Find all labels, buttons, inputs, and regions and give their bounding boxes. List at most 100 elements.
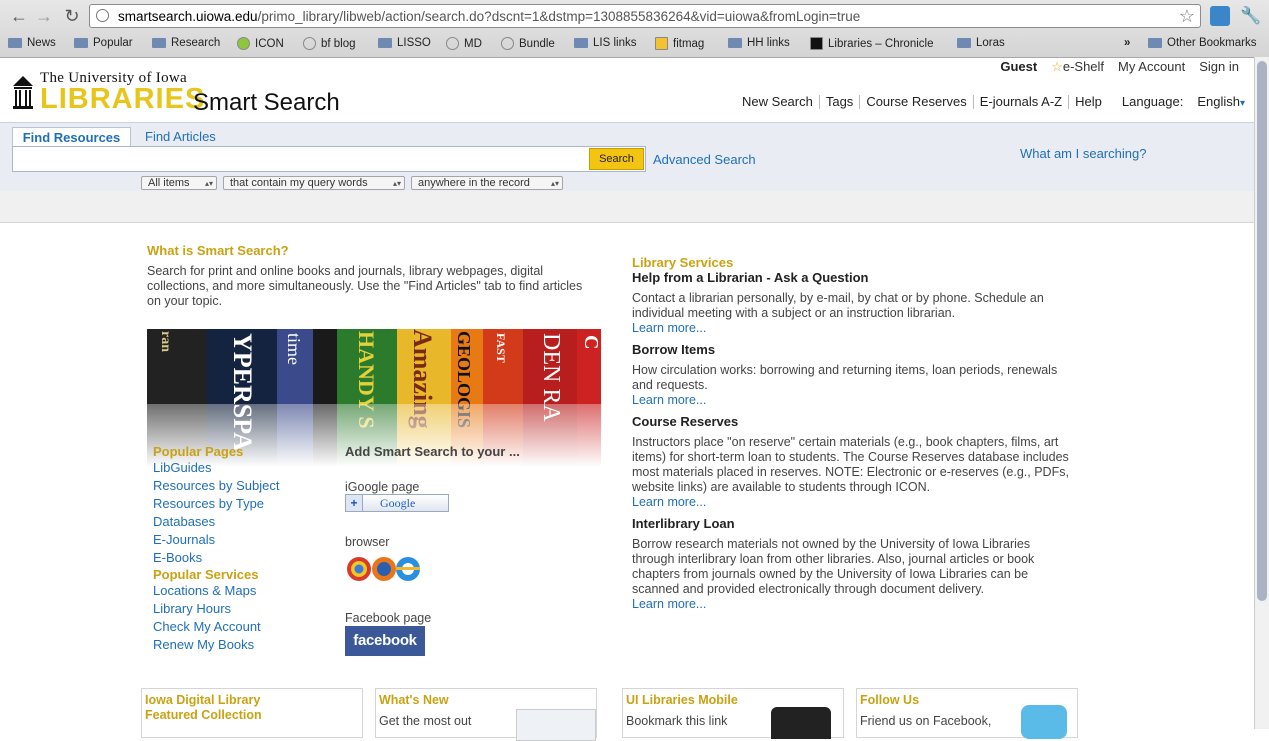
bookmark-other[interactable]: Other Bookmarks bbox=[1148, 37, 1256, 49]
folder-icon bbox=[8, 38, 22, 48]
bookmark-bf-blog[interactable]: bf blog bbox=[303, 37, 356, 50]
address-bar[interactable]: smartsearch.uiowa.edu/primo_library/libw… bbox=[89, 4, 1201, 28]
scrollbar-thumb[interactable] bbox=[1257, 61, 1267, 601]
intro-text: Search for print and online books and jo… bbox=[147, 264, 583, 308]
folder-icon bbox=[378, 38, 392, 48]
service-text: Borrow research materials not owned by t… bbox=[632, 537, 1035, 596]
link-ejournals[interactable]: E-Journals bbox=[153, 532, 215, 547]
eshelf-link[interactable]: ☆e-Shelf bbox=[1051, 59, 1104, 75]
wrench-icon[interactable]: 🔧 bbox=[1240, 5, 1262, 27]
image-fade bbox=[147, 404, 601, 474]
bookmark-icon-site[interactable]: ICON bbox=[237, 37, 284, 50]
precision-select[interactable]: that contain my query words ▴▾ bbox=[223, 176, 405, 190]
search-input[interactable] bbox=[12, 146, 646, 172]
bookmark-star-icon[interactable]: ☆ bbox=[1179, 6, 1195, 27]
facebook-button[interactable]: facebook bbox=[345, 626, 425, 656]
link-resources-by-type[interactable]: Resources by Type bbox=[153, 496, 264, 511]
link-libguides[interactable]: LibGuides bbox=[153, 460, 212, 475]
intro-title: What is Smart Search? bbox=[147, 243, 289, 258]
forward-arrow-icon[interactable]: → bbox=[33, 5, 55, 27]
bookmarks-overflow[interactable]: » bbox=[1124, 37, 1130, 49]
link-databases[interactable]: Databases bbox=[153, 514, 215, 529]
box-text: Get the most out bbox=[379, 714, 472, 728]
bookmark-link[interactable]: Bookmark this link bbox=[626, 714, 727, 728]
learn-more-link[interactable]: Learn more... bbox=[632, 597, 706, 611]
link-locations-maps[interactable]: Locations & Maps bbox=[153, 583, 256, 598]
tab-find-articles[interactable]: Find Articles bbox=[145, 129, 216, 144]
popular-pages-title: Popular Pages bbox=[153, 444, 244, 459]
scrollbar[interactable] bbox=[1254, 57, 1269, 729]
bookmark-lisso[interactable]: LISSO bbox=[378, 37, 431, 49]
add-to-igoogle-button[interactable]: + Google bbox=[345, 494, 449, 512]
results-toolbar-band bbox=[0, 191, 1255, 223]
globe-icon bbox=[303, 37, 316, 50]
learn-more-link[interactable]: Learn more... bbox=[632, 393, 706, 407]
tab-find-resources[interactable]: Find Resources bbox=[12, 127, 131, 148]
main-nav: New Search Tags Course Reserves E-journa… bbox=[742, 94, 1245, 109]
bookmark-bundle[interactable]: Bundle bbox=[501, 37, 555, 50]
learn-more-link[interactable]: Learn more... bbox=[632, 321, 706, 335]
link-renew-my-books[interactable]: Renew My Books bbox=[153, 637, 254, 652]
service-heading: Interlibrary Loan bbox=[632, 516, 735, 531]
bookmark-fitmag[interactable]: fitmag bbox=[655, 37, 704, 50]
service-heading: Help from a Librarian - Ask a Question bbox=[632, 270, 869, 285]
nav-tags[interactable]: Tags bbox=[826, 94, 853, 109]
link-library-hours[interactable]: Library Hours bbox=[153, 601, 231, 616]
nav-ejournals[interactable]: E-journals A-Z bbox=[980, 94, 1062, 109]
box-text: Friend us on Facebook, bbox=[860, 714, 992, 728]
plus-icon: + bbox=[346, 495, 363, 511]
bookmark-research[interactable]: Research bbox=[152, 37, 220, 49]
bookmark-hh-links[interactable]: HH links bbox=[728, 37, 790, 49]
box-heading: UI Libraries Mobile bbox=[626, 693, 738, 707]
product-title: Smart Search bbox=[193, 89, 340, 116]
url-text: smartsearch.uiowa.edu/primo_library/libw… bbox=[118, 9, 861, 24]
libraries-logo-text[interactable]: LIBRARIES bbox=[40, 83, 205, 115]
nav-course-reserves[interactable]: Course Reserves bbox=[866, 94, 966, 109]
library-services: Library Services Help from a Librarian -… bbox=[632, 255, 1072, 612]
reload-icon[interactable]: ↻ bbox=[61, 5, 83, 27]
folder-icon bbox=[74, 38, 88, 48]
phone-icon bbox=[771, 707, 831, 739]
globe-icon bbox=[446, 37, 459, 50]
box-heading: What's New bbox=[379, 693, 449, 707]
bookmark-news[interactable]: News bbox=[8, 37, 56, 49]
back-arrow-icon[interactable]: ← bbox=[8, 5, 30, 27]
bookmark-lis-links[interactable]: LIS links bbox=[574, 37, 636, 49]
add-smart-search-title: Add Smart Search to your ... bbox=[345, 444, 520, 459]
scope-select[interactable]: All items ▴▾ bbox=[141, 176, 217, 190]
advanced-search-link[interactable]: Advanced Search bbox=[653, 152, 756, 167]
my-account-link[interactable]: My Account bbox=[1118, 59, 1185, 75]
sign-in-link[interactable]: Sign in bbox=[1199, 59, 1239, 75]
nav-new-search[interactable]: New Search bbox=[742, 94, 813, 109]
bookmark-md[interactable]: MD bbox=[446, 37, 482, 50]
twitter-icon[interactable] bbox=[1021, 705, 1067, 739]
library-services-title: Library Services bbox=[632, 255, 734, 270]
what-am-i-searching-link[interactable]: What am I searching? bbox=[1020, 146, 1146, 161]
updown-arrow-icon: ▴▾ bbox=[550, 179, 559, 188]
chevron-down-icon: ▾ bbox=[1239, 98, 1245, 109]
mobile-box: UI Libraries Mobile Bookmark this link bbox=[622, 688, 844, 739]
nav-help[interactable]: Help bbox=[1075, 94, 1102, 109]
language-select[interactable]: English▾ bbox=[1197, 94, 1245, 109]
browser-logos-icon[interactable] bbox=[345, 554, 423, 584]
service-heading: Borrow Items bbox=[632, 342, 716, 357]
extension-icon[interactable] bbox=[1210, 6, 1230, 26]
service-text: Instructors place "on reserve" certain m… bbox=[632, 435, 1069, 494]
folder-icon bbox=[574, 38, 588, 48]
star-icon: ☆ bbox=[1051, 59, 1063, 74]
link-ebooks[interactable]: E-Books bbox=[153, 550, 202, 565]
learn-more-link[interactable]: Learn more... bbox=[632, 495, 706, 509]
bookmark-loras[interactable]: Loras bbox=[957, 37, 1005, 49]
chronicle-icon bbox=[810, 37, 823, 50]
library-building-icon bbox=[13, 76, 33, 109]
igoogle-label: iGoogle page bbox=[345, 480, 420, 494]
link-check-my-account[interactable]: Check My Account bbox=[153, 619, 261, 634]
field-select[interactable]: anywhere in the record ▴▾ bbox=[411, 176, 563, 190]
search-button[interactable]: Search bbox=[589, 148, 644, 170]
browser-chrome: ← → ↻ smartsearch.uiowa.edu/primo_librar… bbox=[0, 0, 1269, 58]
link-resources-by-subject[interactable]: Resources by Subject bbox=[153, 478, 279, 493]
bookmark-chronicle[interactable]: Libraries – Chronicle bbox=[810, 37, 933, 50]
facebook-label: Facebook page bbox=[345, 611, 432, 625]
bookmark-popular[interactable]: Popular bbox=[74, 37, 133, 49]
whats-new-box: What's New Get the most out bbox=[375, 688, 597, 741]
